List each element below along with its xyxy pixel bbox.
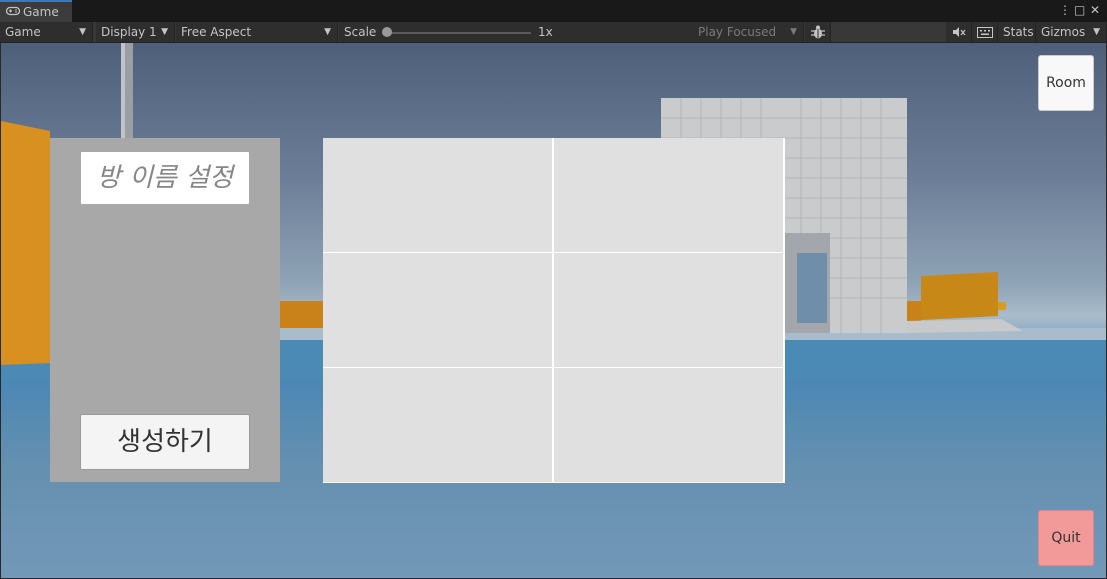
view-mode-dropdown[interactable]: Game ▼ <box>0 22 93 42</box>
room-slot[interactable] <box>554 368 783 482</box>
game-tab-label: Game <box>23 5 59 19</box>
game-viewport[interactable]: 방 이름 설정 생성하기 Room Quit <box>1 43 1106 578</box>
room-name-placeholder: 방 이름 설정 <box>96 163 234 193</box>
game-view-toolbar: Game ▼ Display 1 ▼ Free Aspect ▼ Scale 1… <box>0 22 1107 43</box>
room-slot[interactable] <box>323 368 552 482</box>
stats-label: Stats <box>1003 25 1034 39</box>
room-slot[interactable] <box>323 253 552 367</box>
more-options-icon[interactable]: ⋮ <box>1059 3 1071 17</box>
maximize-icon[interactable]: □ <box>1074 3 1085 17</box>
gizmos-label: Gizmos <box>1041 25 1086 39</box>
display-label: Display 1 <box>101 25 157 39</box>
create-room-button[interactable]: 생성하기 <box>80 414 250 470</box>
quit-button[interactable]: Quit <box>1038 510 1094 566</box>
play-mode-dropdown[interactable]: Play Focused ▼ <box>693 22 804 42</box>
room-name-input[interactable]: 방 이름 설정 <box>80 151 250 205</box>
orange-wall-left <box>1 121 50 365</box>
room-button[interactable]: Room <box>1038 55 1094 111</box>
aspect-label: Free Aspect <box>181 25 252 39</box>
platform <box>907 319 1023 333</box>
scale-slider-handle[interactable] <box>382 27 392 37</box>
room-slot[interactable] <box>323 138 552 252</box>
bug-icon <box>811 25 825 39</box>
stats-toggle[interactable]: Stats <box>998 22 1036 42</box>
scale-value: 1x <box>538 25 553 39</box>
aspect-dropdown[interactable]: Free Aspect ▼ <box>176 22 338 42</box>
room-slot[interactable] <box>554 253 783 367</box>
view-mode-label: Game <box>5 25 41 39</box>
frame-debugger-button[interactable] <box>805 22 831 42</box>
shortcuts-button[interactable] <box>972 22 998 42</box>
chevron-down-icon: ▼ <box>161 27 168 37</box>
mute-audio-button[interactable] <box>946 22 972 42</box>
chevron-down-icon: ▼ <box>79 27 86 37</box>
mute-icon <box>953 27 966 37</box>
room-slot[interactable] <box>554 138 783 252</box>
scale-slider-track[interactable] <box>385 32 531 34</box>
game-tab[interactable]: Game <box>0 0 72 22</box>
orange-wall-middle <box>280 301 324 328</box>
display-dropdown[interactable]: Display 1 ▼ <box>96 22 175 42</box>
gamepad-icon <box>6 6 20 16</box>
gizmos-dropdown[interactable]: Gizmos ▼ <box>1036 22 1107 42</box>
close-icon[interactable]: ✕ <box>1090 3 1100 17</box>
chevron-down-icon: ▼ <box>324 27 331 37</box>
editor-tab-bar: Game ⋮ □ ✕ <box>0 0 1107 22</box>
chevron-down-icon: ▼ <box>790 27 797 37</box>
chevron-down-icon: ▼ <box>1093 27 1100 37</box>
play-mode-label: Play Focused <box>698 25 777 39</box>
orange-block-right <box>921 272 998 320</box>
room-list-grid <box>323 138 785 483</box>
scale-label: Scale <box>344 25 377 39</box>
keyboard-icon <box>977 27 993 38</box>
